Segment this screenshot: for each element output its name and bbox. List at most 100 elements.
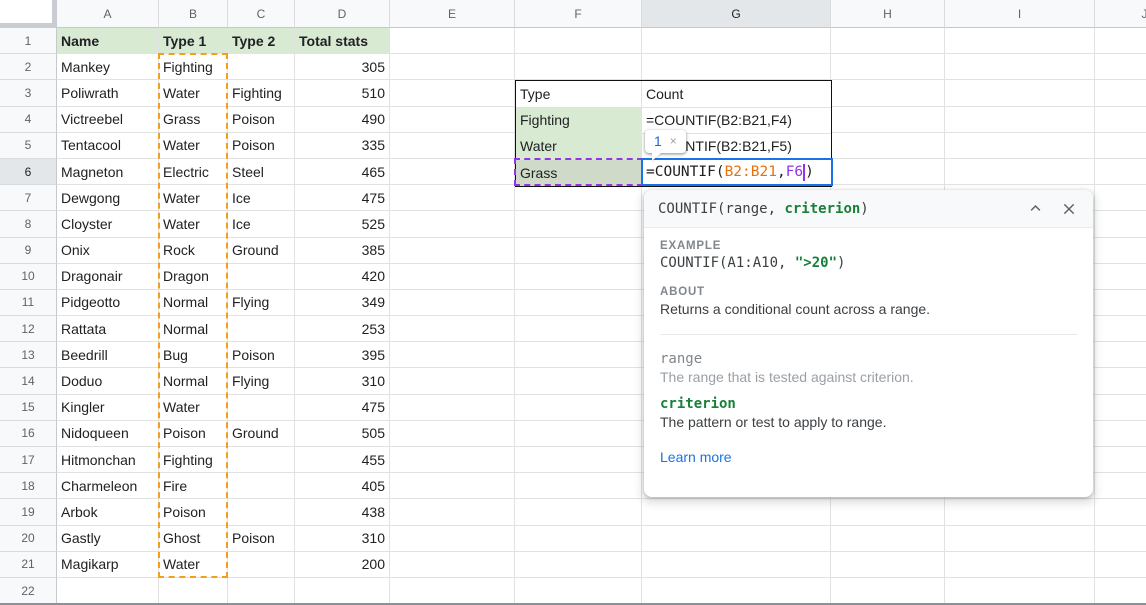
cell-C6[interactable]: Steel [228,159,295,185]
cell-A17[interactable]: Hitmonchan [57,447,159,473]
cell-H19[interactable] [831,499,945,525]
cell-J3[interactable] [1095,80,1146,106]
cell-D14[interactable]: 310 [295,368,390,394]
cell-F10[interactable] [515,264,642,290]
cell-G1[interactable] [642,28,831,54]
row-header-14[interactable]: 14 [0,368,57,394]
cell-D17[interactable]: 455 [295,447,390,473]
cell-D21[interactable]: 200 [295,552,390,578]
cell-B8[interactable]: Water [159,211,228,237]
cell-A15[interactable]: Kingler [57,395,159,421]
cell-H3[interactable] [831,80,945,106]
cell-A3[interactable]: Poliwrath [57,80,159,106]
cell-F8[interactable] [515,211,642,237]
cell-D8[interactable]: 525 [295,211,390,237]
cell-J12[interactable] [1095,316,1146,342]
cell-C12[interactable] [228,316,295,342]
column-header-J[interactable]: J [1095,0,1146,28]
cell-F11[interactable] [515,290,642,316]
cell-E19[interactable] [390,499,515,525]
column-header-H[interactable]: H [831,0,945,28]
select-all-corner[interactable] [0,0,57,28]
cell-A10[interactable]: Dragonair [57,264,159,290]
cell-B1[interactable]: Type 1 [159,28,228,54]
cell-B5[interactable]: Water [159,133,228,159]
cell-A22[interactable] [57,578,159,604]
cell-B18[interactable]: Fire [159,473,228,499]
collapse-button[interactable] [1026,199,1045,218]
cell-B20[interactable]: Ghost [159,526,228,552]
row-header-12[interactable]: 12 [0,316,57,342]
cell-C19[interactable] [228,499,295,525]
cell-A1[interactable]: Name [57,28,159,54]
cell-G21[interactable] [642,552,831,578]
column-header-B[interactable]: B [159,0,228,28]
cell-E1[interactable] [390,28,515,54]
cell-E15[interactable] [390,395,515,421]
cell-F1[interactable] [515,28,642,54]
cell-A14[interactable]: Doduo [57,368,159,394]
cell-J19[interactable] [1095,499,1146,525]
cell-B11[interactable]: Normal [159,290,228,316]
cell-C20[interactable]: Poison [228,526,295,552]
cell-B21[interactable]: Water [159,552,228,578]
cell-A9[interactable]: Onix [57,238,159,264]
cell-I4[interactable] [945,107,1095,133]
row-header-3[interactable]: 3 [0,80,57,106]
cell-J1[interactable] [1095,28,1146,54]
cell-I21[interactable] [945,552,1095,578]
cell-J11[interactable] [1095,290,1146,316]
cell-C9[interactable]: Ground [228,238,295,264]
cell-A19[interactable]: Arbok [57,499,159,525]
row-header-21[interactable]: 21 [0,552,57,578]
cell-E10[interactable] [390,264,515,290]
cell-B6[interactable]: Electric [159,159,228,185]
cell-C5[interactable]: Poison [228,133,295,159]
cell-C17[interactable] [228,447,295,473]
cell-E11[interactable] [390,290,515,316]
cell-E13[interactable] [390,342,515,368]
cell-D22[interactable] [295,578,390,604]
cell-F9[interactable] [515,238,642,264]
cell-F22[interactable] [515,578,642,604]
row-header-13[interactable]: 13 [0,342,57,368]
cell-I22[interactable] [945,578,1095,604]
cell-E7[interactable] [390,185,515,211]
cell-C1[interactable]: Type 2 [228,28,295,54]
cell-I1[interactable] [945,28,1095,54]
cell-I6[interactable] [945,159,1095,185]
cell-F3[interactable]: Type [516,81,642,107]
row-header-17[interactable]: 17 [0,447,57,473]
cell-A6[interactable]: Magneton [57,159,159,185]
cell-A18[interactable]: Charmeleon [57,473,159,499]
row-header-11[interactable]: 11 [0,290,57,316]
cell-D11[interactable]: 349 [295,290,390,316]
row-header-7[interactable]: 7 [0,185,57,211]
cell-B13[interactable]: Bug [159,342,228,368]
cell-C22[interactable] [228,578,295,604]
cell-D20[interactable]: 310 [295,526,390,552]
cell-D3[interactable]: 510 [295,80,390,106]
cell-J21[interactable] [1095,552,1146,578]
cell-A5[interactable]: Tentacool [57,133,159,159]
cell-D19[interactable]: 438 [295,499,390,525]
cell-H22[interactable] [831,578,945,604]
cell-F16[interactable] [515,421,642,447]
cell-G20[interactable] [642,526,831,552]
cell-A21[interactable]: Magikarp [57,552,159,578]
preview-close-icon[interactable]: × [670,135,677,147]
cell-F7[interactable] [515,185,642,211]
learn-more-link[interactable]: Learn more [660,449,732,465]
cell-E3[interactable] [390,80,515,106]
cell-C16[interactable]: Ground [228,421,295,447]
cell-F19[interactable] [515,499,642,525]
row-header-9[interactable]: 9 [0,238,57,264]
cell-B19[interactable]: Poison [159,499,228,525]
cell-A11[interactable]: Pidgeotto [57,290,159,316]
column-header-F[interactable]: F [515,0,642,28]
cell-E16[interactable] [390,421,515,447]
cell-F21[interactable] [515,552,642,578]
cell-E17[interactable] [390,447,515,473]
cell-A13[interactable]: Beedrill [57,342,159,368]
cell-J8[interactable] [1095,211,1146,237]
